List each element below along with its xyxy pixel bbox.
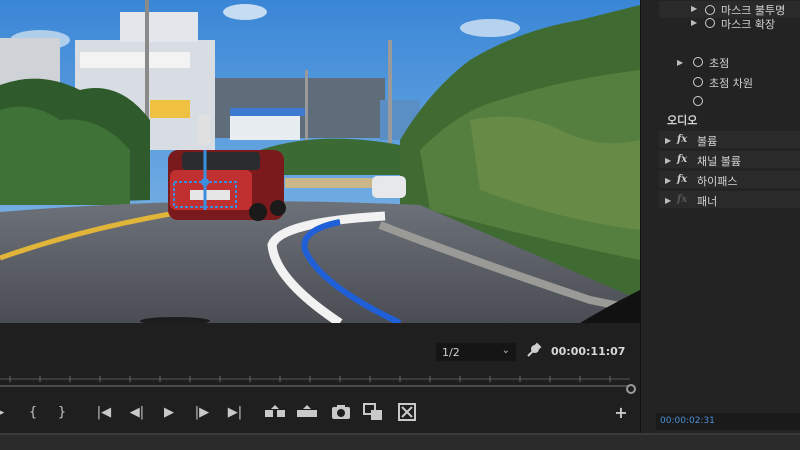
effect-row[interactable]: ▶ 초점 [641, 52, 800, 72]
mark-in-icon[interactable]: { [26, 402, 40, 422]
shuttle-icon[interactable]: ▸ [0, 402, 6, 422]
stopwatch-icon[interactable] [705, 18, 715, 28]
effect-controls-panel: ▶ 마스크 불투명 ▶ 마스크 확장 ▶ 초점 초점 차원 오디오 ▶ fx 볼… [640, 0, 800, 433]
chevron-right-icon[interactable]: ▶ [665, 176, 671, 185]
effect-row-channel-volume[interactable]: ▶ fx 채널 볼륨 [641, 150, 800, 170]
go-to-in-icon[interactable]: |◀ [94, 402, 114, 422]
stopwatch-icon[interactable] [693, 57, 703, 67]
zoom-handle-icon[interactable] [626, 384, 636, 394]
comparison-icon[interactable] [362, 402, 384, 422]
effect-row-highpass[interactable]: ▶ fx 하이패스 [641, 170, 800, 190]
insert-icon[interactable] [264, 402, 286, 422]
effect-row-panner[interactable]: ▶ fx 패너 [641, 190, 800, 210]
resolution-value: 1/2 [442, 345, 460, 359]
step-forward-icon[interactable]: |▶ [192, 402, 212, 422]
row-label: 마스크 확장 [721, 18, 776, 31]
go-to-out-icon[interactable]: ▶| [224, 402, 246, 422]
effect-row[interactable]: ▶ 마스크 확장 [641, 12, 800, 32]
transport-controls: ▸ { } |◀ ◀| ▶ |▶ ▶| + [0, 402, 640, 424]
chevron-right-icon[interactable]: ▶ [665, 136, 671, 145]
overwrite-icon[interactable] [296, 402, 318, 422]
row-label: 초점 [709, 57, 730, 70]
chevron-down-icon: ⌄ [501, 345, 510, 356]
play-icon[interactable]: ▶ [160, 402, 178, 422]
stopwatch-icon[interactable] [693, 96, 703, 106]
fx-icon[interactable]: fx [677, 194, 687, 205]
row-label: 하이패스 [697, 175, 738, 188]
wrench-icon[interactable] [526, 342, 542, 358]
mark-out-icon[interactable]: } [55, 402, 69, 422]
add-button-icon[interactable]: + [612, 402, 630, 422]
effect-row[interactable]: 초점 차원 [641, 72, 800, 92]
section-audio[interactable]: 오디오 [641, 110, 800, 130]
chevron-right-icon[interactable]: ▶ [665, 156, 671, 165]
bottom-panel-divider[interactable] [0, 433, 800, 450]
section-title: 오디오 [667, 114, 698, 127]
fx-icon[interactable]: fx [677, 154, 687, 165]
row-label: 초점 차원 [709, 77, 753, 90]
playback-resolution-select[interactable]: 1/2 ⌄ [436, 343, 516, 361]
chevron-right-icon[interactable]: ▶ [691, 18, 697, 27]
multicam-icon[interactable] [396, 402, 418, 422]
step-back-icon[interactable]: ◀| [128, 402, 146, 422]
chevron-right-icon[interactable]: ▶ [677, 58, 683, 67]
fx-icon[interactable]: fx [677, 174, 687, 185]
chevron-right-icon[interactable]: ▶ [665, 196, 671, 205]
row-label: 패너 [697, 195, 718, 208]
panel-timecode[interactable]: 00:00:02:31 [660, 416, 715, 426]
stopwatch-icon[interactable] [693, 77, 703, 87]
row-label: 채널 볼륨 [697, 155, 741, 168]
playhead-timecode[interactable]: 00:00:11:07 [551, 345, 625, 358]
effect-row[interactable] [641, 92, 800, 112]
program-monitor-video[interactable] [0, 0, 640, 323]
time-ruler[interactable] [0, 372, 630, 394]
row-label: 볼륨 [697, 135, 718, 148]
fx-icon[interactable]: fx [677, 134, 687, 145]
effect-row-volume[interactable]: ▶ fx 볼륨 [641, 130, 800, 150]
export-frame-icon[interactable] [330, 402, 352, 422]
